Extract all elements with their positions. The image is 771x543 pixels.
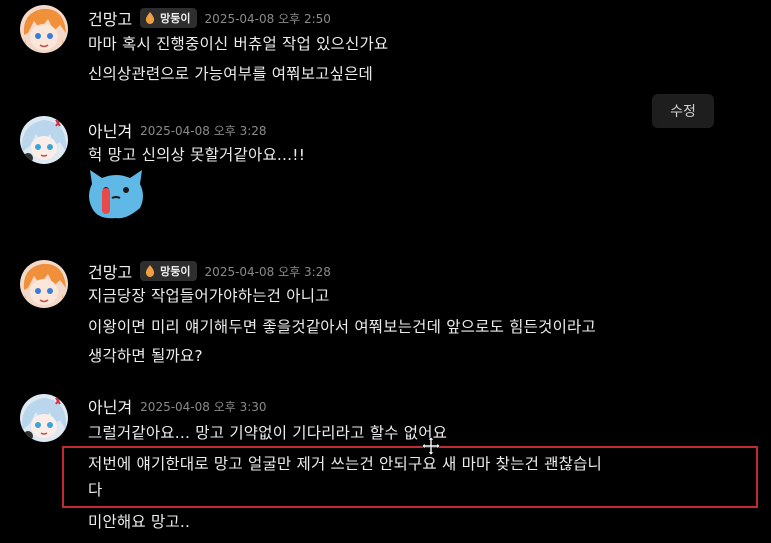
timestamp: 2025-04-08 오후 3:28 [140, 123, 267, 138]
message-line: 신의상관련으로 가능여부를 여쭤보고싶은데 [88, 65, 373, 83]
blue-cat-sticker [89, 170, 143, 219]
avatar-orange-hair[interactable] [20, 260, 68, 308]
timestamp: 2025-04-08 오후 3:28 [204, 264, 331, 279]
avatar-orange-hair[interactable] [20, 5, 68, 53]
edit-button[interactable]: 수정 [652, 94, 714, 128]
avatar-white-hair[interactable] [20, 116, 68, 164]
message-line: 이왕이면 미리 얘기해두면 좋을것같아서 여쭤보는건데 앞으로도 힘든것이라고 [88, 318, 596, 336]
message-line: 헉 망고 신의상 못할거같아요...!! [88, 146, 306, 164]
author-name[interactable]: 건망고 [88, 6, 132, 30]
move-cursor-icon [421, 436, 441, 456]
avatar-white-hair[interactable] [20, 394, 68, 442]
message-line: 생각하면 될까요? [88, 347, 203, 365]
message-line: 미안해요 망고.. [88, 513, 191, 531]
role-badge: 망둥이 [140, 8, 197, 28]
water-drop-icon [146, 265, 155, 277]
author-name[interactable]: 아닌겨 [88, 394, 132, 418]
message-line: 마마 혹시 진행중이신 버츄얼 작업 있으신가요 [88, 35, 389, 53]
author-name[interactable]: 아닌겨 [88, 118, 132, 142]
timestamp: 2025-04-08 오후 3:30 [140, 399, 267, 414]
highlight-annotation-box [62, 446, 758, 508]
timestamp: 2025-04-08 오후 2:50 [204, 11, 331, 26]
role-badge: 망둥이 [140, 261, 197, 281]
message-line: 그럴거같아요... 망고 기약없이 기다리라고 할수 없어요 [88, 424, 448, 442]
badge-label: 망둥이 [160, 265, 191, 278]
water-drop-icon [146, 12, 155, 24]
author-name[interactable]: 건망고 [88, 259, 132, 283]
message-line: 지금당장 작업들어가야하는건 아니고 [88, 287, 330, 305]
badge-label: 망둥이 [160, 12, 191, 25]
